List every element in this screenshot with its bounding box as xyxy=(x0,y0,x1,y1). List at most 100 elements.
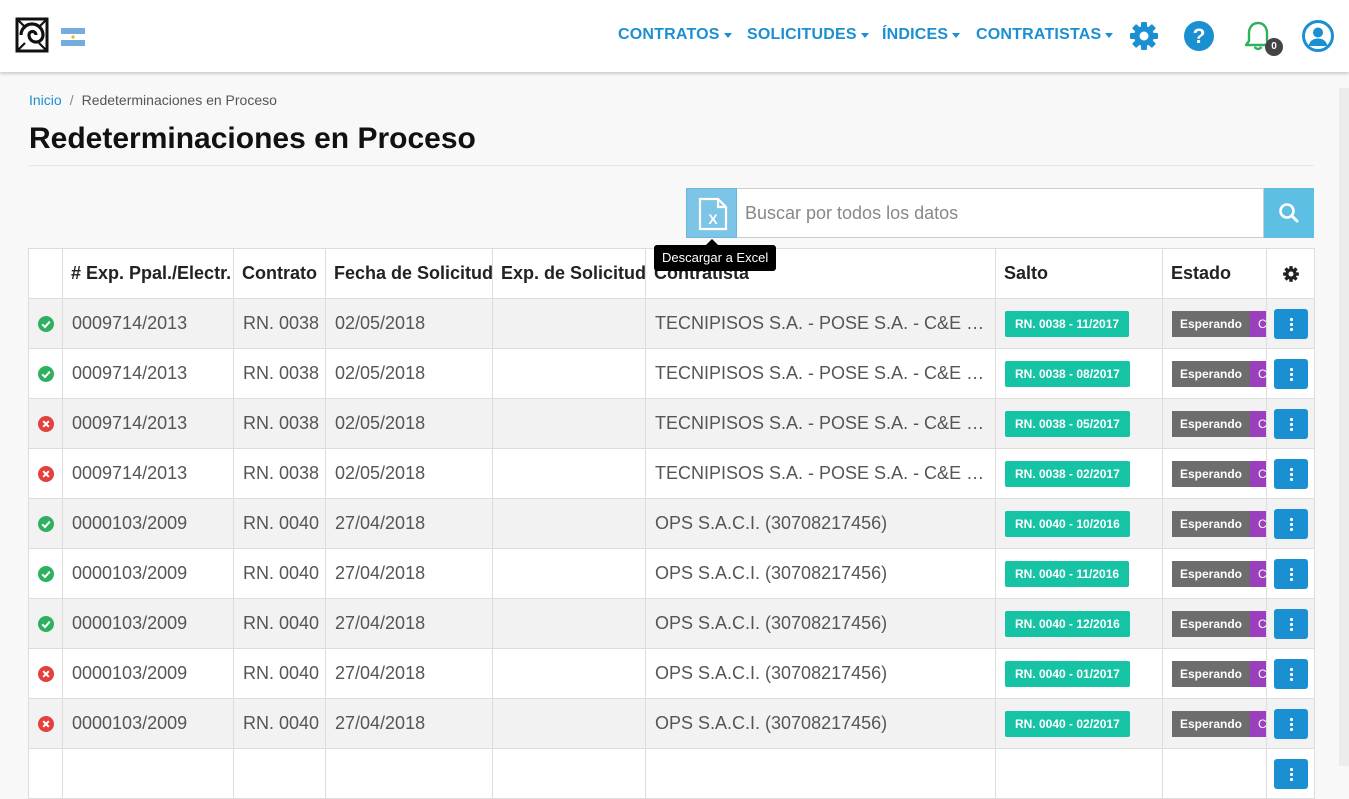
top-navbar: CONTRATOS SOLICITUDES ÍNDICES CONTRATIST… xyxy=(0,0,1349,72)
estado-secondary-badge: C xyxy=(1250,410,1266,437)
status-cell xyxy=(28,448,63,499)
exp-cell: 0009714/2013 xyxy=(62,298,234,349)
status-cell xyxy=(28,398,63,449)
status-cell xyxy=(28,548,63,599)
salto-badge[interactable]: RN. 0040 - 11/2016 xyxy=(1005,560,1130,587)
table-row[interactable] xyxy=(28,748,1315,799)
table-row[interactable]: 0000103/2009 RN. 0040 27/04/2018 OPS S.A.C.… xyxy=(28,648,1315,699)
estado-badge: Esperando xyxy=(1172,660,1250,687)
fecha-cell: 02/05/2018 xyxy=(325,398,493,449)
nav-indices[interactable]: ÍNDICES xyxy=(882,26,961,44)
check-circle-icon xyxy=(37,316,54,333)
fecha-cell: 27/04/2018 xyxy=(325,648,493,699)
argentina-flag-icon xyxy=(61,28,85,46)
nav-solicitudes[interactable]: SOLICITUDES xyxy=(747,26,869,44)
table-row[interactable]: 0000103/2009 RN. 0040 27/04/2018 OPS S.A.C.… xyxy=(28,698,1315,749)
contratista-cell: TECNIPISOS S.A. - POSE S.A. - C&E CONSTR… xyxy=(645,398,996,449)
salto-badge[interactable]: RN. 0040 - 10/2016 xyxy=(1005,510,1130,537)
estado-secondary-badge: C xyxy=(1250,660,1266,687)
row-actions-button[interactable] xyxy=(1273,458,1308,489)
estado-badge: Esperando xyxy=(1172,410,1250,437)
estado-cell: Esperando C xyxy=(1162,698,1267,749)
col-expsol-header[interactable]: Exp. de Solicitud xyxy=(492,248,646,299)
nav-contratistas[interactable]: CONTRATISTAS xyxy=(976,26,1114,44)
table-row[interactable]: 0000103/2009 RN. 0040 27/04/2018 OPS S.A.C.… xyxy=(28,548,1315,599)
nav-indices-label: ÍNDICES xyxy=(882,26,949,43)
table-row[interactable]: 0009714/2013 RN. 0038 02/05/2018 TECNIPISOS… xyxy=(28,398,1315,449)
row-actions-button[interactable] xyxy=(1273,408,1308,439)
caret-down-icon xyxy=(1105,33,1114,38)
salto-cell: RN. 0040 - 12/2016 xyxy=(995,598,1163,649)
settings-gear-icon[interactable] xyxy=(1128,20,1160,52)
actions-cell xyxy=(1266,448,1315,499)
help-icon[interactable]: ? xyxy=(1183,20,1215,52)
row-actions-button[interactable] xyxy=(1273,558,1308,589)
breadcrumb-separator: / xyxy=(69,92,74,108)
salto-cell xyxy=(995,748,1163,799)
estado-badge: Esperando xyxy=(1172,360,1250,387)
row-actions-button[interactable] xyxy=(1273,308,1308,339)
salto-badge[interactable]: RN. 0038 - 08/2017 xyxy=(1005,360,1130,387)
status-cell xyxy=(28,498,63,549)
row-actions-button[interactable] xyxy=(1273,358,1308,389)
table-row[interactable]: 0009714/2013 RN. 0038 02/05/2018 TECNIPISOS… xyxy=(28,298,1315,349)
excel-file-icon: X xyxy=(698,197,728,231)
salto-badge[interactable]: RN. 0038 - 02/2017 xyxy=(1005,460,1130,487)
fecha-cell: 02/05/2018 xyxy=(325,298,493,349)
table-row[interactable]: 0009714/2013 RN. 0038 02/05/2018 TECNIPISOS… xyxy=(28,348,1315,399)
row-actions-button[interactable] xyxy=(1273,508,1308,539)
col-salto-header[interactable]: Salto xyxy=(995,248,1163,299)
contratista-cell: OPS S.A.C.I. (30708217456) xyxy=(645,548,996,599)
search-button[interactable] xyxy=(1264,188,1314,238)
table-row[interactable]: 0009714/2013 RN. 0038 02/05/2018 TECNIPISOS… xyxy=(28,448,1315,499)
user-icon[interactable] xyxy=(1302,20,1334,52)
estado-badge: Esperando xyxy=(1172,710,1250,737)
check-circle-icon xyxy=(37,366,54,383)
col-exp-header[interactable]: # Exp. Ppal./Electr. xyxy=(62,248,234,299)
salto-badge[interactable]: RN. 0040 - 02/2017 xyxy=(1005,710,1130,737)
status-cell xyxy=(28,748,63,799)
col-fecha-header[interactable]: Fecha de Solicitud xyxy=(325,248,493,299)
estado-cell: Esperando C xyxy=(1162,548,1267,599)
salto-badge[interactable]: RN. 0040 - 01/2017 xyxy=(1005,660,1130,687)
fecha-cell xyxy=(325,748,493,799)
row-actions-button[interactable] xyxy=(1273,758,1308,789)
salto-badge[interactable]: RN. 0038 - 05/2017 xyxy=(1005,410,1130,437)
col-contrato-header[interactable]: Contrato xyxy=(233,248,326,299)
row-actions-button[interactable] xyxy=(1273,708,1308,739)
actions-cell xyxy=(1266,348,1315,399)
fecha-cell: 27/04/2018 xyxy=(325,598,493,649)
excel-tooltip: Descargar a Excel xyxy=(654,239,777,271)
col-estado-header[interactable]: Estado xyxy=(1162,248,1267,299)
download-excel-button[interactable]: X xyxy=(686,188,737,238)
row-actions-button[interactable] xyxy=(1273,608,1308,639)
estado-badge: Esperando xyxy=(1172,460,1250,487)
column-settings-gear-icon[interactable] xyxy=(1282,265,1300,283)
contrato-cell: RN. 0040 xyxy=(233,698,326,749)
error-circle-icon xyxy=(37,666,54,683)
estado-secondary-badge: C xyxy=(1250,710,1266,737)
nav-contratos[interactable]: CONTRATOS xyxy=(618,26,732,44)
contratista-cell: TECNIPISOS S.A. - POSE S.A. - C&E CONSTR… xyxy=(645,348,996,399)
actions-cell xyxy=(1266,598,1315,649)
table-row[interactable]: 0000103/2009 RN. 0040 27/04/2018 OPS S.A.C.… xyxy=(28,598,1315,649)
contrato-cell: RN. 0040 xyxy=(233,648,326,699)
search-input[interactable] xyxy=(737,188,1264,238)
row-actions-button[interactable] xyxy=(1273,658,1308,689)
estado-cell: Esperando C xyxy=(1162,348,1267,399)
breadcrumb-current: Redeterminaciones en Proceso xyxy=(81,92,277,108)
contrato-cell: RN. 0040 xyxy=(233,598,326,649)
logo-icon[interactable] xyxy=(14,16,50,54)
exp-cell: 0009714/2013 xyxy=(62,398,234,449)
title-divider xyxy=(29,165,1314,166)
estado-secondary-badge: C xyxy=(1250,610,1266,637)
table-row[interactable]: 0000103/2009 RN. 0040 27/04/2018 OPS S.A.C.… xyxy=(28,498,1315,549)
salto-badge[interactable]: RN. 0040 - 12/2016 xyxy=(1005,610,1130,637)
breadcrumb: Inicio / Redeterminaciones en Proceso xyxy=(29,92,277,108)
breadcrumb-home-link[interactable]: Inicio xyxy=(29,92,62,108)
nav-contratistas-label: CONTRATISTAS xyxy=(976,26,1102,43)
column-settings-header[interactable] xyxy=(1266,248,1315,299)
estado-badge: Esperando xyxy=(1172,610,1250,637)
salto-badge[interactable]: RN. 0038 - 11/2017 xyxy=(1005,310,1130,337)
exp-cell: 0009714/2013 xyxy=(62,348,234,399)
